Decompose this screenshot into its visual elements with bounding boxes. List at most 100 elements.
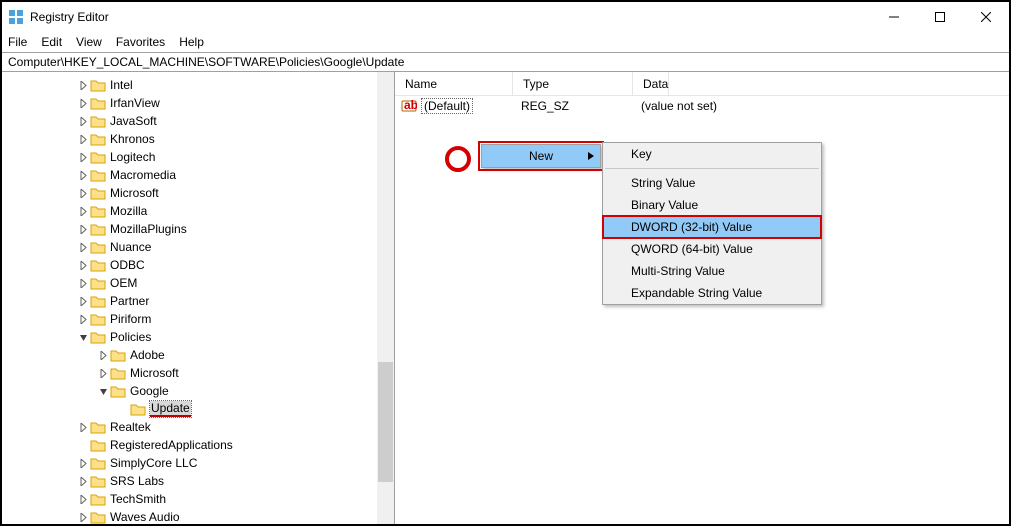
chevron-right-icon[interactable] <box>76 261 90 270</box>
folder-icon <box>90 186 106 200</box>
list-pane: Name Type Data ab (Default) REG_SZ (valu… <box>395 72 1009 524</box>
tree-item[interactable]: MozillaPlugins <box>2 220 394 238</box>
tree-item[interactable]: Khronos <box>2 130 394 148</box>
tree-item[interactable]: Microsoft <box>2 364 394 382</box>
chevron-right-icon[interactable] <box>76 477 90 486</box>
tree-item[interactable]: Update <box>2 400 394 418</box>
tree-item-label: IrfanView <box>110 96 160 110</box>
tree-item[interactable]: TechSmith <box>2 490 394 508</box>
menu-file[interactable]: File <box>8 35 27 49</box>
chevron-right-icon[interactable] <box>76 243 90 252</box>
tree-item[interactable]: Partner <box>2 292 394 310</box>
chevron-right-icon[interactable] <box>96 369 110 378</box>
folder-icon <box>90 492 106 506</box>
chevron-right-icon[interactable] <box>76 513 90 522</box>
menu-favorites[interactable]: Favorites <box>116 35 165 49</box>
folder-icon <box>90 168 106 182</box>
folder-icon <box>90 258 106 272</box>
submenu-item-string[interactable]: String Value <box>603 172 821 194</box>
tree-item-label: Mozilla <box>110 204 147 218</box>
tree-scrollbar[interactable] <box>377 72 394 524</box>
menu-help[interactable]: Help <box>179 35 204 49</box>
folder-icon <box>130 402 146 416</box>
tree-item[interactable]: Realtek <box>2 418 394 436</box>
submenu-item-key[interactable]: Key <box>603 143 821 165</box>
chevron-right-icon[interactable] <box>76 279 90 288</box>
menubar: File Edit View Favorites Help <box>2 32 1009 52</box>
tree-item[interactable]: RegisteredApplications <box>2 436 394 454</box>
tree-item-label: Microsoft <box>130 366 179 380</box>
tree-item-label: Realtek <box>110 420 151 434</box>
chevron-right-icon[interactable] <box>96 351 110 360</box>
tree-item[interactable]: SRS Labs <box>2 472 394 490</box>
column-data[interactable]: Data <box>633 72 669 95</box>
tree-pane: Intel IrfanView JavaSoftKhronosLogitechMac… <box>2 72 395 524</box>
chevron-down-icon[interactable] <box>76 333 90 342</box>
tree-item-label: TechSmith <box>110 492 166 506</box>
tree-item[interactable]: Mozilla <box>2 202 394 220</box>
tree-item-label: Waves Audio <box>110 510 180 524</box>
chevron-right-icon[interactable] <box>76 171 90 180</box>
folder-icon <box>90 114 106 128</box>
tree-item[interactable]: JavaSoft <box>2 112 394 130</box>
folder-icon <box>90 330 106 344</box>
submenu-item-binary[interactable]: Binary Value <box>603 194 821 216</box>
menu-edit[interactable]: Edit <box>41 35 62 49</box>
submenu-item-multi[interactable]: Multi-String Value <box>603 260 821 282</box>
string-value-icon: ab <box>401 98 417 114</box>
tree-item[interactable]: Microsoft <box>2 184 394 202</box>
tree-item[interactable]: Waves Audio <box>2 508 394 524</box>
scrollbar-thumb[interactable] <box>378 362 393 482</box>
value-data: (value not set) <box>635 99 717 113</box>
tree-item[interactable]: IrfanView <box>2 94 394 112</box>
folder-icon <box>110 348 126 362</box>
tree-item-label: Policies <box>110 330 151 344</box>
tree-item[interactable]: Logitech <box>2 148 394 166</box>
tree-item[interactable]: OEM <box>2 274 394 292</box>
chevron-right-icon[interactable] <box>76 153 90 162</box>
tree-item[interactable]: SimplyCore LLC <box>2 454 394 472</box>
maximize-button[interactable] <box>917 2 963 32</box>
chevron-right-icon[interactable] <box>76 189 90 198</box>
menu-view[interactable]: View <box>76 35 102 49</box>
chevron-right-icon[interactable] <box>76 423 90 432</box>
context-menu-item-new[interactable]: New <box>482 145 600 167</box>
svg-text:ab: ab <box>404 98 417 112</box>
submenu-arrow-icon <box>588 149 594 163</box>
submenu-item-dword[interactable]: DWORD (32-bit) Value <box>603 216 821 238</box>
chevron-right-icon[interactable] <box>76 315 90 324</box>
folder-icon <box>90 294 106 308</box>
column-name[interactable]: Name <box>395 72 513 95</box>
tree-item-label: Google <box>130 384 169 398</box>
list-row[interactable]: ab (Default) REG_SZ (value not set) <box>395 96 1009 116</box>
column-type[interactable]: Type <box>513 72 633 95</box>
tree[interactable]: Intel IrfanView JavaSoftKhronosLogitechMac… <box>2 76 394 524</box>
tree-item[interactable]: Intel <box>2 76 394 94</box>
close-button[interactable] <box>963 2 1009 32</box>
tree-item[interactable]: Nuance <box>2 238 394 256</box>
minimize-button[interactable] <box>871 2 917 32</box>
chevron-right-icon[interactable] <box>76 459 90 468</box>
tree-item-label: Update <box>150 401 191 417</box>
tree-item[interactable]: Google <box>2 382 394 400</box>
tree-item[interactable]: Policies <box>2 328 394 346</box>
chevron-right-icon[interactable] <box>76 99 90 108</box>
tree-item[interactable]: Macromedia <box>2 166 394 184</box>
submenu-item-qword[interactable]: QWORD (64-bit) Value <box>603 238 821 260</box>
chevron-right-icon[interactable] <box>76 117 90 126</box>
address-bar[interactable]: Computer\HKEY_LOCAL_MACHINE\SOFTWARE\Pol… <box>2 52 1009 72</box>
window-controls <box>871 2 1009 32</box>
chevron-right-icon[interactable] <box>76 207 90 216</box>
chevron-right-icon[interactable] <box>76 135 90 144</box>
tree-item[interactable]: Adobe <box>2 346 394 364</box>
submenu-item-expand[interactable]: Expandable String Value <box>603 282 821 304</box>
chevron-right-icon[interactable] <box>76 495 90 504</box>
content: Intel IrfanView JavaSoftKhronosLogitechMac… <box>2 72 1009 524</box>
tree-item[interactable]: Piriform <box>2 310 394 328</box>
chevron-right-icon[interactable] <box>76 297 90 306</box>
chevron-right-icon[interactable] <box>76 81 90 90</box>
tree-item-label: OEM <box>110 276 137 290</box>
chevron-right-icon[interactable] <box>76 225 90 234</box>
chevron-down-icon[interactable] <box>96 387 110 396</box>
tree-item[interactable]: ODBC <box>2 256 394 274</box>
